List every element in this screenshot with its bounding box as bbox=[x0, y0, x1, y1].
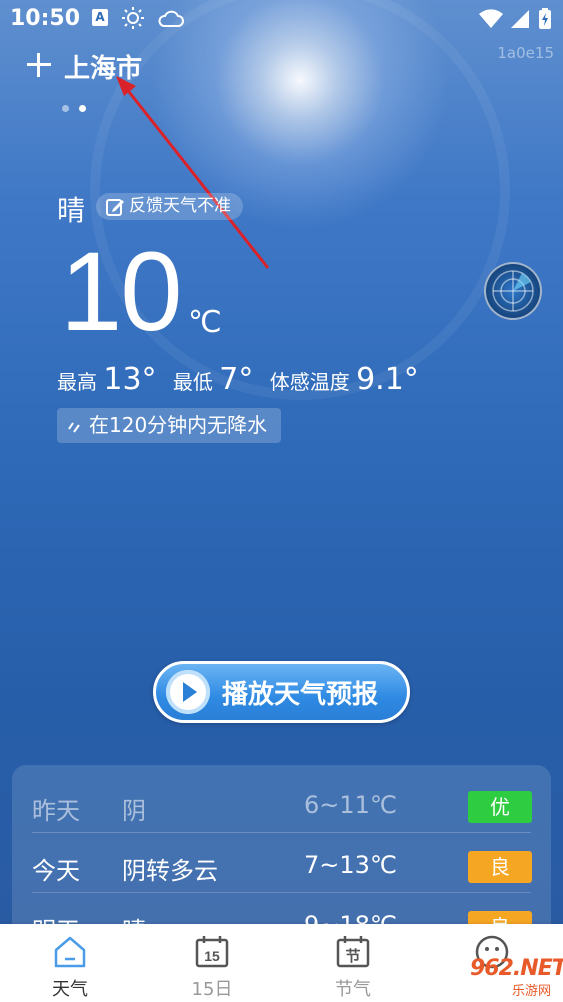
nav-label: 天气 bbox=[52, 979, 88, 1000]
current-condition: 晴 bbox=[57, 194, 86, 227]
calendar-15-icon: 15 bbox=[195, 936, 229, 968]
notification-a-icon: A bbox=[92, 9, 108, 26]
aqi-badge: 良 bbox=[468, 851, 532, 883]
sun-icon bbox=[122, 7, 144, 29]
edit-icon bbox=[106, 198, 124, 216]
play-forecast-button[interactable]: 播放天气预报 bbox=[153, 661, 410, 723]
add-city-button[interactable] bbox=[24, 50, 54, 80]
forecast-condition: 阴转多云 bbox=[122, 857, 218, 885]
precipitation-chip[interactable]: 在120分钟内无降水 bbox=[57, 408, 282, 443]
wifi-icon bbox=[479, 9, 503, 28]
watermark-subtext: 乐游网 bbox=[512, 984, 552, 999]
feels-value: 9.1° bbox=[356, 362, 419, 397]
temperature-stats: 最高 13° 最低 7° 体感温度 9.1° bbox=[57, 362, 429, 397]
forecast-range: 7~13℃ bbox=[304, 851, 397, 879]
signal-icon bbox=[511, 10, 529, 28]
status-bar: 10:50 A bbox=[0, 0, 563, 38]
watermark-text: 962.NET bbox=[470, 956, 563, 981]
play-forecast-label: 播放天气预报 bbox=[222, 679, 379, 710]
feedback-label: 反馈天气不准 bbox=[129, 196, 231, 216]
nav-label: 15日 bbox=[191, 979, 233, 1000]
forecast-day: 昨天 bbox=[32, 797, 80, 825]
city-name[interactable]: 上海市 bbox=[64, 48, 142, 85]
aqi-badge: 优 bbox=[468, 791, 532, 823]
play-icon bbox=[166, 670, 210, 714]
forecast-day: 今天 bbox=[32, 857, 80, 885]
cloud-icon bbox=[158, 10, 184, 27]
low-label: 最低 bbox=[172, 370, 213, 394]
current-temperature: 10 bbox=[60, 229, 183, 354]
nav-15-day[interactable]: 15 15日 bbox=[172, 924, 252, 1002]
feedback-button[interactable]: 反馈天气不准 bbox=[96, 193, 243, 220]
solar-term-icon: 节 bbox=[336, 936, 370, 968]
forecast-range: 6~11℃ bbox=[304, 791, 397, 819]
page-indicator bbox=[62, 97, 96, 112]
precipitation-text: 在120分钟内无降水 bbox=[89, 413, 268, 437]
site-watermark: 962.NET 乐游网 bbox=[470, 950, 563, 1002]
calendar-text: 节 bbox=[345, 947, 360, 965]
forecast-row-yesterday[interactable]: 昨天 阴 6~11℃ 优 bbox=[12, 773, 551, 833]
low-value: 7° bbox=[219, 362, 254, 397]
radar-icon bbox=[492, 270, 534, 312]
high-value: 13° bbox=[103, 362, 157, 397]
page-dot bbox=[62, 105, 69, 112]
home-icon bbox=[54, 936, 86, 968]
nav-label: 节气 bbox=[335, 979, 371, 1000]
version-text: 1a0e15 bbox=[497, 44, 554, 62]
battery-charging-icon bbox=[539, 8, 551, 29]
feels-label: 体感温度 bbox=[269, 370, 350, 394]
nav-solar-terms[interactable]: 节 节气 bbox=[313, 924, 393, 1002]
page-dot-active bbox=[79, 105, 86, 112]
calendar-number: 15 bbox=[204, 948, 220, 964]
radar-button[interactable] bbox=[484, 262, 542, 320]
forecast-condition: 阴 bbox=[122, 797, 146, 825]
forecast-row-today[interactable]: 今天 阴转多云 7~13℃ 良 bbox=[12, 833, 551, 893]
rain-icon bbox=[68, 421, 80, 433]
status-time: 10:50 bbox=[10, 6, 81, 31]
temperature-unit: ℃ bbox=[188, 305, 222, 340]
high-label: 最高 bbox=[57, 370, 97, 394]
nav-weather[interactable]: 天气 bbox=[30, 924, 110, 1002]
